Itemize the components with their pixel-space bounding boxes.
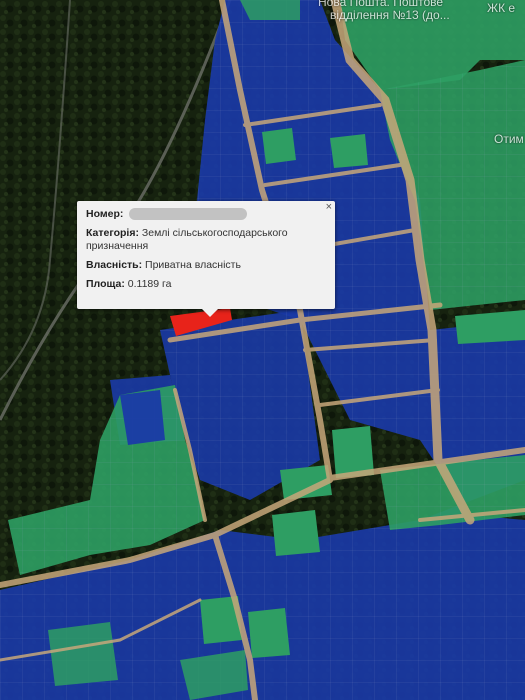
map-canvas[interactable] xyxy=(0,0,525,700)
ownership-value: Приватна власність xyxy=(145,259,241,271)
state-parcels[interactable] xyxy=(272,510,320,556)
category-label: Категорія: xyxy=(86,227,139,239)
cadastral-map[interactable]: Нова Пошта. Поштове відділення №13 (до..… xyxy=(0,0,525,700)
parcel-info-popup: × Номер: Категорія: Землі сільськогоспод… xyxy=(77,201,335,317)
parcel-number-row: Номер: xyxy=(86,208,326,221)
close-icon[interactable]: × xyxy=(326,202,332,213)
poi-label-continued[interactable]: відділення №13 (до... xyxy=(330,9,450,22)
complex-label[interactable]: ЖК е xyxy=(487,2,515,15)
category-row: Категорія: Землі сільськогосподарського … xyxy=(86,227,326,253)
state-parcels[interactable] xyxy=(48,622,118,686)
area-value: 0.1189 га xyxy=(127,278,172,290)
state-parcels[interactable] xyxy=(240,0,300,20)
popup-pointer xyxy=(202,309,218,317)
redacted-number xyxy=(129,208,248,221)
area-row: Площа: 0.1189 га xyxy=(86,278,326,291)
partial-place-label: Отим xyxy=(494,132,524,146)
ownership-label: Власність: xyxy=(86,259,143,271)
private-parcels[interactable] xyxy=(120,390,165,445)
state-parcels[interactable] xyxy=(262,128,296,164)
state-parcels[interactable] xyxy=(248,608,290,658)
state-parcels[interactable] xyxy=(455,310,525,344)
state-parcels[interactable] xyxy=(330,134,368,168)
ownership-row: Власність: Приватна власність xyxy=(86,259,326,272)
area-label: Площа: xyxy=(86,278,125,290)
number-label: Номер: xyxy=(86,208,124,220)
